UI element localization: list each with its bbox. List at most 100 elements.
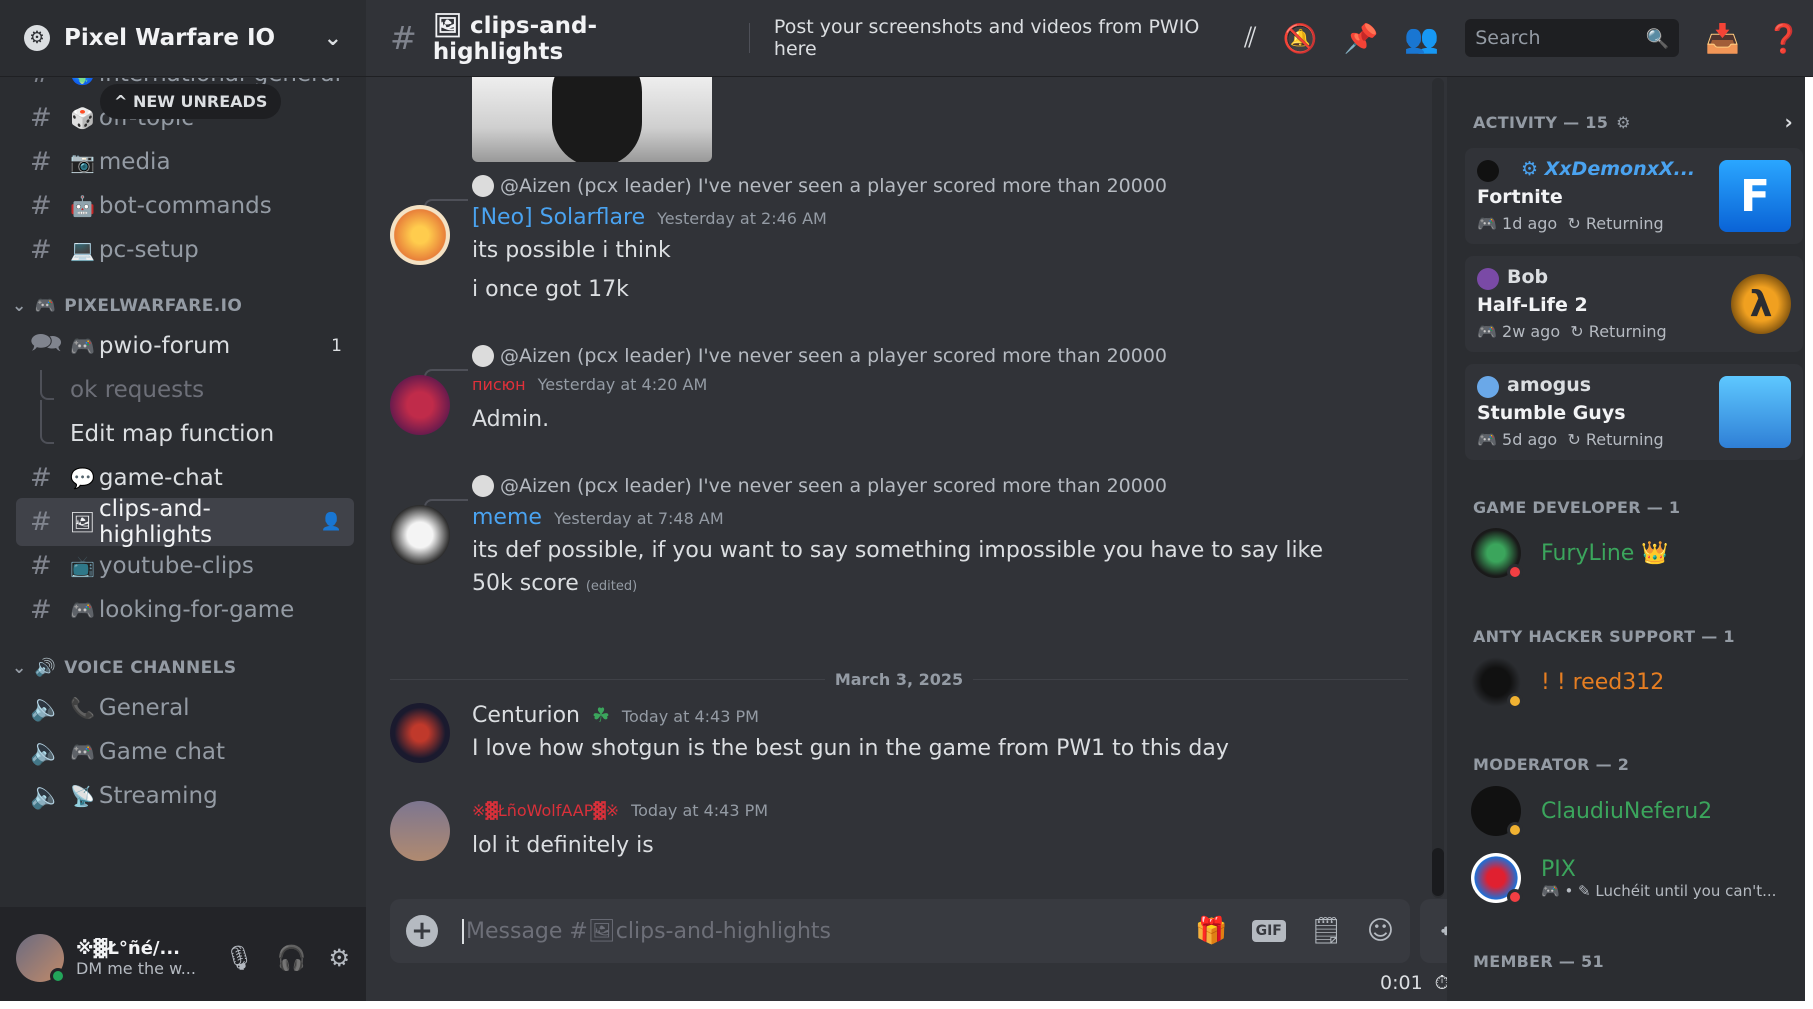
threads-icon[interactable]: ⫽ bbox=[1244, 21, 1257, 55]
reply-preview[interactable]: @Aizen (pcx leader) I've never seen a pla… bbox=[472, 175, 1167, 197]
avatar bbox=[1477, 376, 1499, 398]
category-pixelwarfare[interactable]: ⌄ 🎮 PIXELWARFARE.IO bbox=[12, 296, 242, 316]
headphones-icon[interactable]: 🎧 bbox=[277, 944, 307, 972]
inbox-icon[interactable]: 📥 bbox=[1705, 22, 1740, 55]
server-name: Pixel Warfare IO bbox=[64, 25, 276, 51]
avatar bbox=[1477, 160, 1499, 182]
add-member-icon[interactable]: 👤 bbox=[321, 512, 342, 532]
gear-icon[interactable]: ⚙ bbox=[1616, 113, 1631, 132]
avatar[interactable] bbox=[16, 934, 66, 984]
message-timestamp: Yesterday at 4:20 AM bbox=[537, 375, 708, 394]
gif-button[interactable]: GIF bbox=[1251, 920, 1286, 942]
activity-user: ⚙ XxDemonxX... bbox=[1521, 158, 1695, 180]
activity-user: Bob bbox=[1507, 266, 1549, 288]
member-name: PIX bbox=[1541, 856, 1576, 882]
message-text: lol it definitely is bbox=[472, 833, 654, 858]
hash-icon: # bbox=[30, 103, 52, 133]
message-input[interactable]: Message #🖼clips-and-highlights bbox=[462, 918, 831, 944]
microphone-icon[interactable]: 🎙 bbox=[224, 944, 254, 972]
timer-value: 0:01 bbox=[1380, 972, 1423, 994]
reply-avatar bbox=[472, 345, 494, 367]
member-item[interactable]: ClaudiuNeferu2 bbox=[1471, 786, 1712, 838]
message-author[interactable]: Centurion bbox=[472, 703, 580, 728]
activity-game: Stumble Guys bbox=[1477, 402, 1626, 424]
reply-preview[interactable]: @Aizen (pcx leader) I've never seen a pla… bbox=[472, 475, 1167, 497]
message-text-line: 50k score (edited) bbox=[472, 567, 637, 603]
channel-list: #🌍international-general #🎲off-topic #📷me… bbox=[0, 78, 366, 907]
message-timestamp: Yesterday at 7:48 AM bbox=[553, 509, 724, 528]
channel-clips-and-highlights[interactable]: # 🖼 clips-and-highlights 👤 bbox=[16, 496, 354, 548]
user-info[interactable]: ※▓Ł°ñé/... DM me the w... bbox=[76, 938, 206, 978]
activity-card[interactable]: Bob Half-Life 2 🎮 2w ago ↻ Returning λ bbox=[1465, 256, 1803, 352]
date-label: March 3, 2025 bbox=[834, 670, 964, 689]
channel-bot-commands[interactable]: # 🤖 bot-commands bbox=[16, 182, 354, 230]
message-author[interactable]: писюн bbox=[472, 375, 526, 394]
speaker-icon: 🔈 bbox=[30, 781, 63, 811]
new-unreads-pill[interactable]: ^ NEW UNREADS bbox=[100, 84, 282, 119]
activity-card[interactable]: ⚙ XxDemonxX... Fortnite 🎮 1d ago ↻ Retur… bbox=[1465, 148, 1803, 244]
reply-preview[interactable]: @Aizen (pcx leader) I've never seen a pla… bbox=[472, 345, 1167, 367]
channel-game-chat[interactable]: # 💬 game-chat bbox=[16, 454, 354, 502]
scrollbar-thumb[interactable] bbox=[1432, 848, 1444, 896]
server-header[interactable]: ⚙ Pixel Warfare IO ⌄ bbox=[0, 0, 366, 77]
thread-edit-map-function[interactable]: Edit map function bbox=[56, 410, 354, 458]
notification-bell-icon[interactable]: 🔕 bbox=[1283, 22, 1318, 55]
message-text: its possible i think bbox=[472, 238, 671, 263]
message-timestamp: Yesterday at 2:46 AM bbox=[657, 209, 827, 228]
new-unreads-label: NEW UNREADS bbox=[132, 92, 268, 111]
chevron-down-icon: ⌄ bbox=[12, 658, 27, 678]
message-author[interactable]: meme bbox=[472, 505, 542, 530]
avatar[interactable] bbox=[390, 703, 450, 763]
message-author[interactable]: [Neo] Solarflare bbox=[472, 205, 645, 230]
reply-avatar bbox=[472, 175, 494, 197]
avatar[interactable] bbox=[390, 801, 450, 861]
channel-label: media bbox=[98, 149, 171, 175]
add-attachment-icon[interactable]: + bbox=[406, 915, 438, 947]
category-voice[interactable]: ⌄ 🔊 VOICE CHANNELS bbox=[12, 658, 236, 678]
chevron-right-icon[interactable]: › bbox=[1784, 110, 1793, 134]
channel-pc-setup[interactable]: # 💻 pc-setup bbox=[16, 226, 354, 274]
member-item[interactable]: ! ! reed312 bbox=[1471, 657, 1664, 709]
sticker-icon[interactable]: 🗒 bbox=[1310, 916, 1343, 946]
activity-card[interactable]: amogus Stumble Guys 🎮 5d ago ↻ Returning bbox=[1465, 364, 1803, 460]
channel-media[interactable]: # 📷 media bbox=[16, 138, 354, 186]
gear-icon[interactable]: ⚙ bbox=[328, 944, 350, 972]
voice-general[interactable]: 🔈 📞 General bbox=[16, 684, 354, 732]
gift-icon[interactable]: 🎁 bbox=[1195, 916, 1227, 946]
voice-streaming[interactable]: 🔈 📡 Streaming bbox=[16, 772, 354, 820]
member-list-icon[interactable]: 👥 bbox=[1404, 22, 1439, 55]
channel-looking-for-game[interactable]: # 🎮 looking-for-game bbox=[16, 586, 354, 634]
activity-header[interactable]: ACTIVITY — 15 ⚙ › bbox=[1473, 110, 1793, 134]
emoji-icon[interactable]: ☺ bbox=[1367, 916, 1394, 946]
voice-game-chat[interactable]: 🔈 🎮 Game chat bbox=[16, 728, 354, 776]
pin-icon[interactable]: 📌 bbox=[1344, 22, 1379, 55]
avatar[interactable] bbox=[390, 505, 450, 565]
activity-meta: 🎮 2w ago ↻ Returning bbox=[1477, 322, 1667, 341]
chevron-down-icon[interactable]: ⌄ bbox=[324, 26, 342, 51]
user-panel: ※▓Ł°ñé/... DM me the w... 🎙 🎧 ⚙ bbox=[0, 907, 366, 1009]
scrollbar[interactable] bbox=[1432, 78, 1444, 898]
avatar[interactable] bbox=[390, 205, 450, 265]
category-label: PIXELWARFARE.IO bbox=[64, 296, 243, 316]
channel-topic[interactable]: Post your screenshots and videos from PW… bbox=[774, 16, 1244, 60]
speaker-icon: 🔈 bbox=[30, 693, 63, 723]
divider bbox=[748, 23, 750, 53]
member-item[interactable]: FuryLine 👑 bbox=[1471, 528, 1669, 580]
hash-icon: # bbox=[390, 19, 417, 57]
search-input[interactable]: Search 🔍 bbox=[1465, 19, 1680, 57]
channel-emoji: 🎲 bbox=[70, 106, 95, 130]
activity-meta: 🎮 1d ago ↻ Returning bbox=[1477, 214, 1664, 233]
channel-pwio-forum[interactable]: 🗪 🎮 pwio-forum 1 bbox=[16, 322, 354, 370]
message-composer[interactable]: + Message #🖼clips-and-highlights 🎁 GIF 🗒… bbox=[390, 899, 1410, 963]
channel-emoji: 🌍 bbox=[70, 78, 95, 86]
member-list: ACTIVITY — 15 ⚙ › ⚙ XxDemonxX... Fortnite … bbox=[1447, 0, 1813, 1009]
image-attachment[interactable] bbox=[472, 77, 712, 162]
edited-marker: (edited) bbox=[585, 579, 638, 594]
channel-youtube-clips[interactable]: # 📺 youtube-clips bbox=[16, 542, 354, 590]
thread-ok-requests[interactable]: ok requests bbox=[56, 366, 354, 414]
help-icon[interactable]: ❓ bbox=[1766, 22, 1801, 55]
channel-label: clips-and-highlights bbox=[98, 496, 213, 548]
member-item[interactable]: PIX 🎮 • ✎ Luchéit until you can't... bbox=[1471, 853, 1776, 905]
avatar[interactable] bbox=[390, 375, 450, 435]
message-author[interactable]: ※▓ŁñoWolfAAP▓※ bbox=[472, 801, 619, 820]
